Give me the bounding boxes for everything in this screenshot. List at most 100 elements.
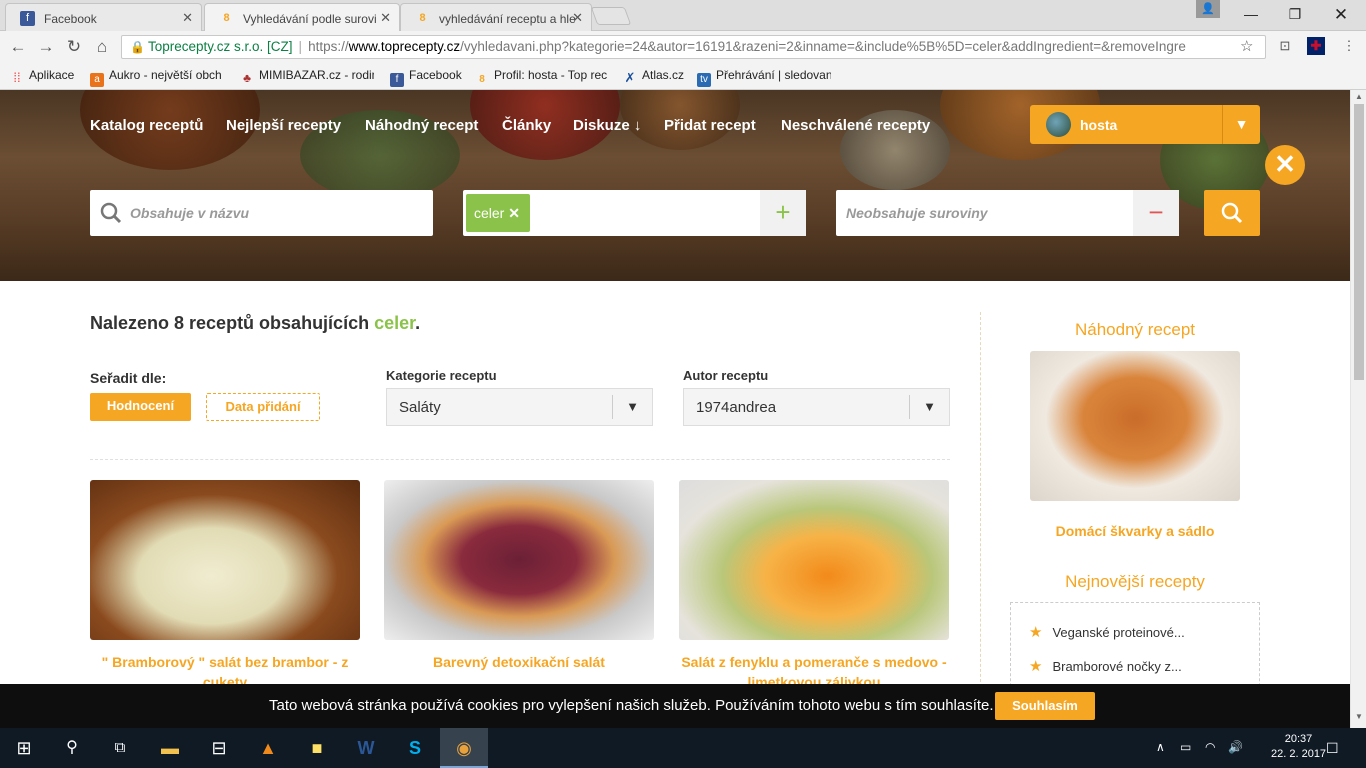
nav-nahodny[interactable]: Náhodný recept	[365, 117, 478, 134]
scroll-down-icon[interactable]: ▼	[1351, 712, 1366, 721]
wifi-icon[interactable]: ◠	[1205, 740, 1215, 754]
task-view-icon[interactable]: ⧉	[96, 728, 144, 768]
tab-vyhledavani[interactable]: 8 Vyhledávání podle surovi ✕	[204, 3, 400, 32]
cast-icon[interactable]: ⊡	[1276, 37, 1294, 55]
notifications-icon[interactable]: ☐	[1326, 740, 1339, 757]
author-select[interactable]: 1974andrea ▼	[683, 388, 950, 426]
page-scrollbar[interactable]: ▲ ▼	[1350, 90, 1366, 728]
home-icon[interactable]: ⌂	[92, 37, 112, 57]
volume-icon[interactable]: 🔊	[1228, 740, 1243, 754]
recipe-card[interactable]: Salát z fenyklu a pomeranče s medovo - l…	[679, 480, 949, 684]
exclude-ingredient-field[interactable]: Neobsahuje suroviny −	[836, 190, 1179, 236]
name-search-field[interactable]: Obsahuje v názvu	[90, 190, 433, 236]
recipe-card[interactable]: " Bramborový " salát bez brambor - z cuk…	[90, 480, 360, 684]
chevron-down-icon[interactable]: ▼	[1222, 105, 1260, 144]
tab-title: vyhledávání receptu a hle	[439, 12, 576, 26]
bookmark-prehravani[interactable]: tv Přehrávání | sledovani	[697, 68, 831, 87]
cookie-banner: Tato webová stránka používá cookies pro …	[0, 684, 1350, 728]
random-recipe-image[interactable]	[1030, 351, 1240, 501]
recipe-image[interactable]	[384, 480, 654, 640]
tab-title: Facebook	[44, 12, 97, 26]
close-tab-icon[interactable]: ✕	[380, 10, 391, 26]
clock[interactable]: 20:37 22. 2. 2017	[1271, 732, 1326, 762]
store-icon[interactable]: ⊟	[195, 728, 243, 768]
nav-katalog[interactable]: Katalog receptů	[90, 117, 203, 134]
uk-flag-icon[interactable]: ✚	[1307, 37, 1325, 55]
search-icon[interactable]: ⚲	[48, 728, 96, 768]
word-icon[interactable]: W	[342, 728, 390, 768]
tab-hledani[interactable]: 8 vyhledávání receptu a hle ✕	[400, 3, 592, 31]
bookmark-facebook[interactable]: f Facebook	[390, 68, 462, 87]
star-icon: ★	[1029, 658, 1043, 675]
new-tab-button[interactable]	[590, 7, 632, 25]
random-heading: Náhodný recept	[1074, 320, 1196, 339]
nav-clanky[interactable]: Články	[502, 117, 551, 134]
facebook-icon: f	[390, 73, 404, 87]
newest-heading: Nejnovější recepty	[1065, 572, 1205, 591]
sticky-notes-icon[interactable]: ■	[293, 728, 341, 768]
recipe-title[interactable]: " Bramborový " salát bez brambor - z cuk…	[90, 652, 360, 684]
remove-chip-icon[interactable]: ✕	[508, 205, 520, 221]
bookmark-aukro[interactable]: a Aukro - největší obch	[90, 68, 224, 87]
remove-ingredient-button[interactable]: −	[1133, 190, 1179, 236]
restore-button[interactable]: ❐	[1272, 0, 1318, 31]
avatar	[1046, 112, 1071, 137]
category-select[interactable]: Saláty ▼	[386, 388, 653, 426]
menu-icon[interactable]: ⋮	[1340, 37, 1358, 55]
recipe-card[interactable]: Barevný detoxikační salát	[384, 480, 654, 672]
divider	[90, 459, 950, 460]
search-button[interactable]	[1204, 190, 1260, 236]
recipe-title[interactable]: Salát z fenyklu a pomeranče s medovo - l…	[679, 652, 949, 684]
reload-icon[interactable]: ↻	[64, 37, 84, 57]
close-tab-icon[interactable]: ✕	[182, 10, 193, 26]
bookmark-star-icon[interactable]: ☆	[1240, 36, 1253, 58]
page-content: Katalog receptů Nejlepší recepty Náhodný…	[0, 90, 1350, 684]
tab-facebook[interactable]: f Facebook ✕	[5, 3, 202, 31]
bookmark-atlas[interactable]: ✗ Atlas.cz	[623, 68, 684, 85]
nav-diskuze[interactable]: Diskuze ↓	[573, 117, 641, 134]
close-window-button[interactable]: ✕	[1318, 0, 1364, 31]
nav-nejlepsi[interactable]: Nejlepší recepty	[226, 117, 341, 134]
random-recipe-title[interactable]: Domácí škvarky a sádlo	[1010, 523, 1260, 539]
close-tab-icon[interactable]: ✕	[572, 10, 583, 26]
minimize-button[interactable]: —	[1228, 0, 1274, 31]
back-icon[interactable]: ←	[8, 37, 28, 57]
battery-icon[interactable]: ▭	[1180, 740, 1191, 754]
newest-item[interactable]: ★ Veganské proteinové...	[1029, 623, 1185, 641]
file-explorer-icon[interactable]: ▬	[146, 728, 194, 768]
sort-rating-button[interactable]: Hodnocení	[90, 393, 191, 421]
chevron-down-icon: ▼	[612, 395, 652, 419]
toolbar: ← → ↻ ⌂ 🔒 Toprecepty.cz s.r.o. [CZ] | http…	[0, 31, 1366, 62]
recipe-title[interactable]: Barevný detoxikační salát	[384, 652, 654, 672]
vlc-icon[interactable]: ▲	[244, 728, 292, 768]
nav-neschvalene[interactable]: Neschválené recepty	[781, 117, 930, 134]
recipe-image[interactable]	[90, 480, 360, 640]
author-label: Autor receptu	[683, 368, 769, 383]
address-bar[interactable]: 🔒 Toprecepty.cz s.r.o. [CZ] | https://www.…	[121, 35, 1266, 59]
windows-start-icon[interactable]: ⊞	[0, 728, 48, 768]
chrome-icon[interactable]: ◉	[440, 728, 488, 768]
atlas-icon: ✗	[624, 70, 636, 85]
bookmark-aplikace[interactable]: ⁞⁞ Aplikace	[10, 68, 74, 85]
tray-chevron-icon[interactable]: ∧	[1156, 740, 1165, 754]
bookmark-mimibazar[interactable]: ♣ MIMIBAZAR.cz - rodin	[240, 68, 374, 85]
user-menu[interactable]: hosta ▼	[1030, 105, 1260, 144]
url-scheme: https://	[308, 39, 349, 54]
scroll-up-icon[interactable]: ▲	[1351, 92, 1366, 101]
forward-icon[interactable]: →	[36, 37, 56, 57]
sort-date-button[interactable]: Data přidání	[206, 393, 320, 421]
include-ingredient-field[interactable]: celer ✕ +	[463, 190, 806, 236]
profile-icon[interactable]: 👤	[1196, 0, 1220, 18]
name-search-placeholder: Obsahuje v názvu	[130, 205, 250, 221]
ingredient-chip[interactable]: celer ✕	[466, 194, 530, 232]
add-ingredient-button[interactable]: +	[760, 190, 806, 236]
scroll-thumb[interactable]	[1354, 104, 1364, 380]
cookie-accept-button[interactable]: Souhlasím	[995, 692, 1095, 720]
recipe-image[interactable]	[679, 480, 949, 640]
nav-pridat[interactable]: Přidat recept	[664, 117, 756, 134]
bookmark-profil[interactable]: 8 Profil: hosta - Top rec	[475, 68, 609, 87]
close-search-button[interactable]: ✕	[1265, 145, 1305, 185]
newest-item[interactable]: ★ Bramborové nočky z...	[1029, 657, 1182, 675]
random-recipe: Náhodný recept Domácí škvarky a sádlo	[1010, 320, 1260, 539]
skype-icon[interactable]: S	[391, 728, 439, 768]
